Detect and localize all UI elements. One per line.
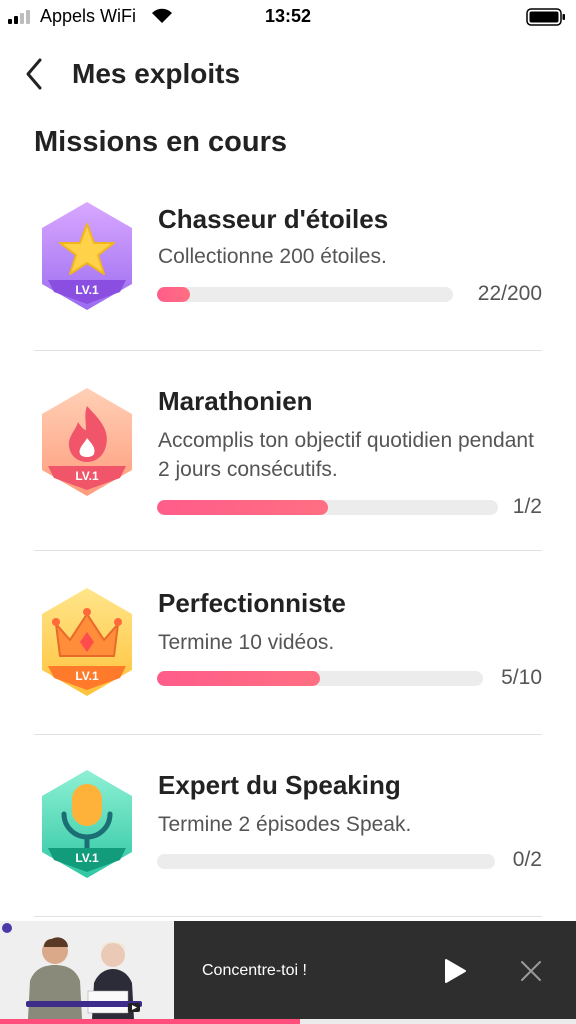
mission-item-speaking-expert[interactable]: LV.1 Expert du Speaking Termine 2 épisod… [34,770,542,880]
divider [34,734,542,735]
mission-description: Collectionne 200 étoiles. [158,245,387,268]
divider [34,550,542,551]
player-message: Concentre-toi ! [202,962,307,979]
mission-progress-bar [157,671,483,686]
page-title: Mes exploits [72,58,241,89]
star-icon: LV.1 [42,202,132,310]
level-label: LV.1 [75,851,99,865]
mini-player[interactable]: Concentre-toi ! [0,921,576,1024]
mission-progress-bar [157,500,498,515]
play-button[interactable] [442,957,468,985]
divider [34,916,542,917]
nav-bar: Mes exploits [0,50,576,100]
mission-description: Accomplis ton objectif quotidien pendant… [158,429,534,481]
player-progress-bar [0,1019,576,1024]
mission-title: Expert du Speaking [158,770,401,800]
close-icon[interactable] [519,959,543,983]
mission-count: 5/10 [501,666,542,689]
level-label: LV.1 [75,669,99,683]
playlist-index-badge [2,923,12,933]
mission-count: 22/200 [477,282,542,305]
mission-title: Chasseur d'étoiles [158,204,389,234]
divider [34,350,542,351]
mission-progress-bar [157,854,495,869]
mission-description: Termine 10 vidéos. [158,631,335,654]
status-bar: Appels WiFi 13:52 [0,0,576,34]
mission-count: 0/2 [512,848,542,871]
back-button[interactable] [20,56,50,92]
level-label: LV.1 [75,283,99,297]
mission-count: 1/2 [512,495,542,518]
crown-icon: LV.1 [42,588,132,696]
battery-icon [526,8,565,26]
mission-progress-bar [157,287,453,302]
mission-title: Marathonien [158,386,313,416]
mission-item-star-hunter[interactable]: LV.1 Chasseur d'étoiles Collectionne 200… [34,202,542,324]
video-people-image [0,921,174,1019]
mission-title: Perfectionniste [158,588,346,618]
video-thumbnail[interactable] [0,921,174,1019]
flame-icon: LV.1 [42,388,132,496]
section-title: Missions en cours [34,126,288,158]
mission-description: Termine 2 épisodes Speak. [158,813,412,836]
status-time: 13:52 [264,6,312,26]
microphone-icon: LV.1 [42,770,132,878]
mission-item-perfectionist[interactable]: LV.1 Perfectionniste Termine 10 vidéos. … [34,588,542,698]
level-label: LV.1 [75,469,99,483]
mission-item-marathon[interactable]: LV.1 Marathonien Accomplis ton objectif … [34,386,542,526]
